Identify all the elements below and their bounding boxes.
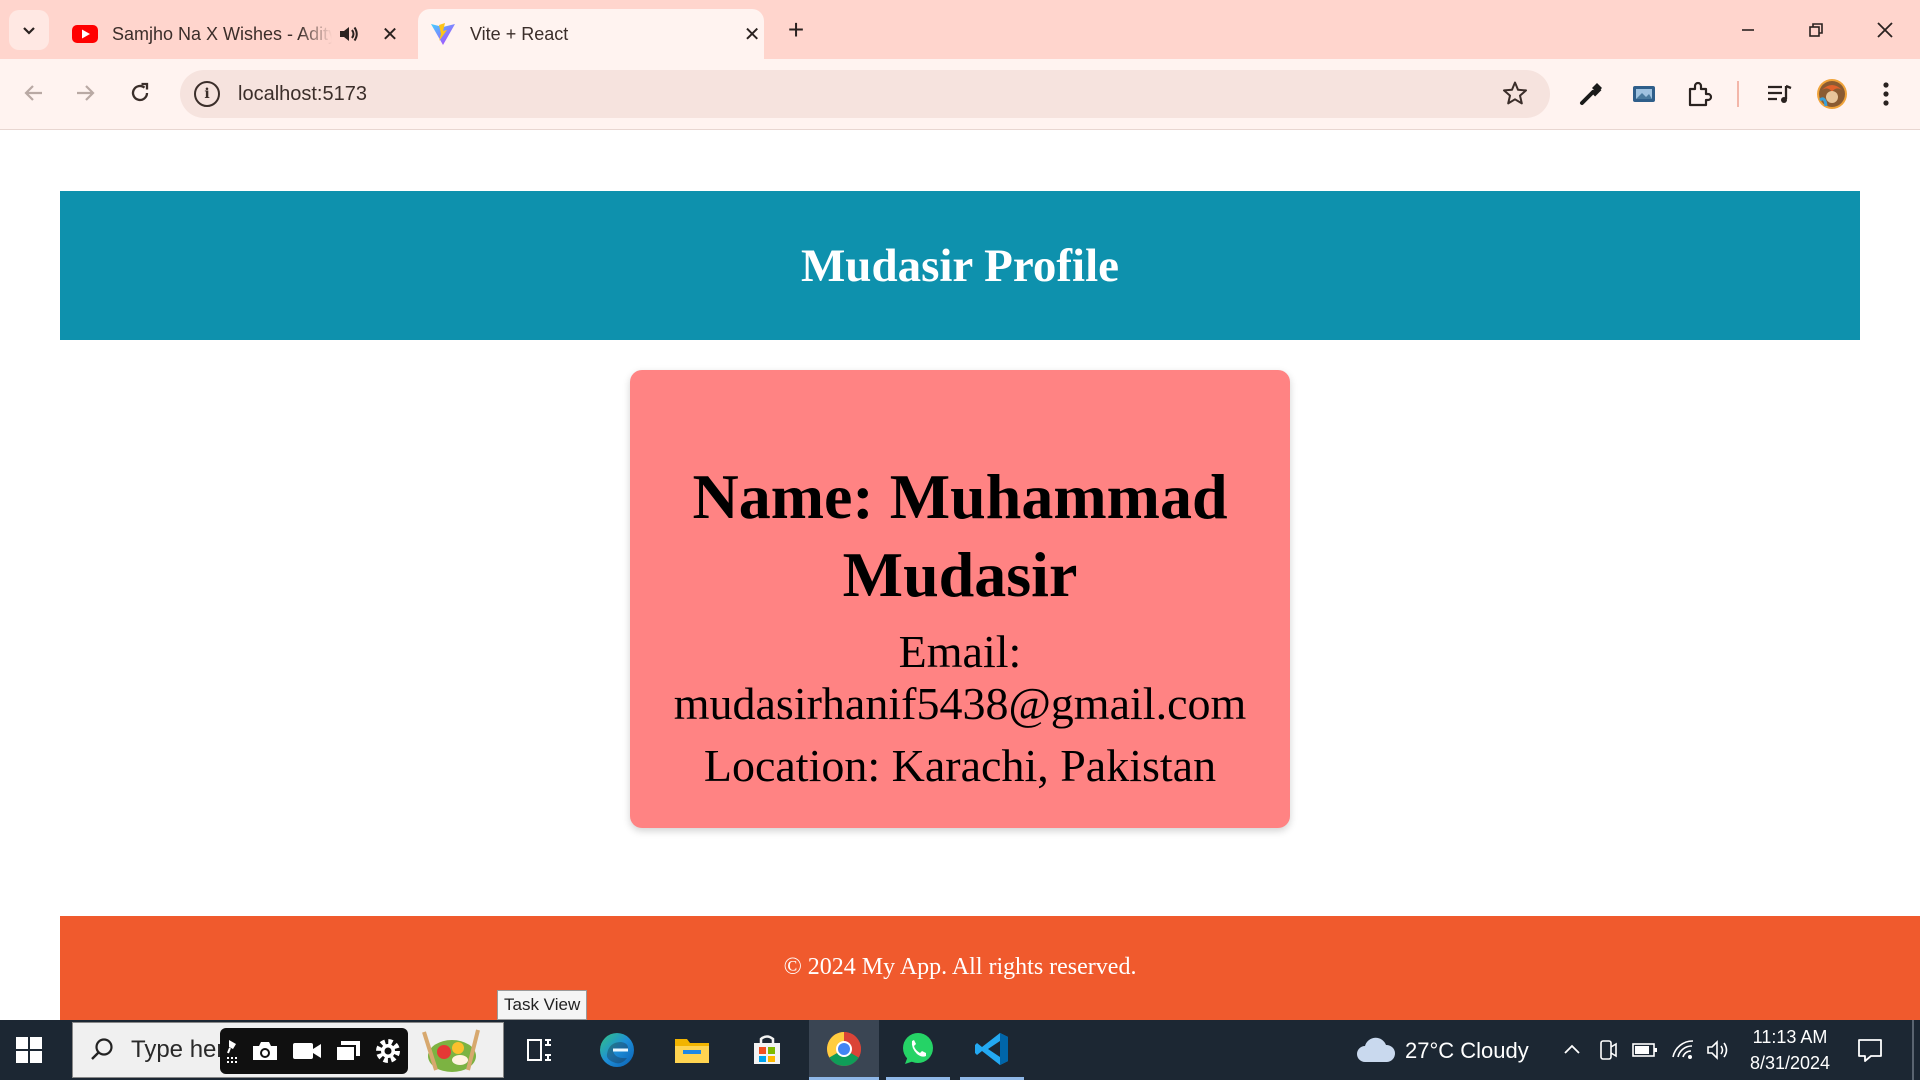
address-bar[interactable]: i localhost:5173 [180, 70, 1550, 118]
youtube-icon [72, 25, 98, 43]
chrome-icon [827, 1031, 861, 1066]
task-view-tooltip: Task View [497, 990, 588, 1020]
pin-icon[interactable] [225, 1038, 239, 1064]
cloud-weather-icon [1357, 1037, 1396, 1062]
footer-copyright: © 2024 My App. All rights reserved. [783, 954, 1137, 980]
clock-date: 8/31/2024 [1749, 1053, 1831, 1073]
page-title: Mudasir Profile [800, 239, 1120, 292]
windows-start-icon[interactable] [14, 1035, 44, 1065]
profile-email: Email: mudasirhanif5438@gmail.com [630, 626, 1290, 730]
browser-toolbar: i localhost:5173 [0, 59, 1920, 130]
camera-icon[interactable] [250, 1039, 280, 1063]
meet-now-icon[interactable] [1598, 1039, 1618, 1061]
app-header: Mudasir Profile [60, 191, 1860, 340]
show-desktop-button[interactable] [1912, 1020, 1914, 1080]
taskbar-chrome[interactable] [809, 1020, 879, 1080]
profile-name: Name: Muhammad Mudasir [692, 461, 1228, 610]
window-capture-icon[interactable] [334, 1039, 362, 1063]
notification-center-icon[interactable] [1856, 1036, 1884, 1064]
profile-card: Name: Muhammad Mudasir Email: mudasirhan… [630, 370, 1290, 828]
folder-icon [675, 1039, 709, 1063]
vscode-icon [975, 1032, 1008, 1065]
address-url[interactable]: localhost:5173 [238, 83, 367, 106]
edge-icon [600, 1033, 634, 1067]
tab-vite-react[interactable]: Vite + React ✕ [418, 9, 764, 59]
restore-icon [1809, 23, 1823, 37]
task-view-icon [527, 1039, 551, 1061]
tab-youtube[interactable]: Samjho Na X Wishes - Aditya ✕ [60, 9, 410, 59]
search-icon [91, 1038, 113, 1060]
tab-title: Vite + React [470, 23, 569, 44]
tab-search-button[interactable] [9, 10, 49, 50]
taskbar-whatsapp[interactable] [886, 1020, 950, 1080]
extensions-puzzle-icon[interactable] [1682, 77, 1716, 111]
forward-button[interactable] [66, 73, 106, 113]
tab-strip: Samjho Na X Wishes - Aditya ✕ Vite + Rea… [0, 0, 1920, 59]
reload-icon [131, 82, 149, 102]
vite-icon [431, 23, 455, 45]
search-placeholder: Type her [131, 1036, 225, 1063]
volume-icon[interactable] [1706, 1039, 1730, 1061]
chevron-up-icon[interactable] [1562, 1040, 1582, 1060]
profile-avatar[interactable] [1815, 77, 1849, 111]
eyedropper-extension-icon[interactable] [1574, 77, 1608, 111]
email-value: mudasirhanif5438@gmail.com [673, 678, 1247, 729]
minimize-icon [1742, 29, 1754, 31]
minimize-button[interactable] [1718, 8, 1778, 52]
close-tab-icon[interactable]: ✕ [740, 22, 764, 46]
clock-time: 11:13 AM [1752, 1027, 1828, 1047]
screenshot-extension-icon[interactable] [1627, 77, 1661, 111]
new-tab-button[interactable]: + [780, 14, 812, 46]
battery-icon[interactable] [1632, 1041, 1658, 1059]
toolbar-divider [1737, 81, 1739, 107]
task-view-button[interactable] [508, 1020, 572, 1080]
food-illustration-icon [422, 1029, 480, 1072]
taskbar-edge[interactable] [585, 1020, 649, 1080]
close-window-button[interactable] [1855, 8, 1915, 52]
arrow-right-icon [77, 85, 95, 101]
site-info-icon[interactable]: i [194, 81, 220, 107]
store-icon [754, 1035, 780, 1064]
restore-button[interactable] [1786, 8, 1846, 52]
browser-menu-icon[interactable] [1869, 77, 1903, 111]
capture-toolbar [220, 1028, 408, 1074]
media-controls-icon[interactable] [1762, 77, 1796, 111]
bookmark-star-icon[interactable] [1502, 80, 1528, 106]
taskbar-clock[interactable]: 11:13 AM 8/31/2024 [1740, 1024, 1840, 1076]
weather-text[interactable]: 27°C Cloudy [1405, 1038, 1529, 1064]
back-button[interactable] [13, 73, 53, 113]
app-footer: © 2024 My App. All rights reserved. [60, 916, 1920, 1020]
profile-location: Location: Karachi, Pakistan [703, 740, 1217, 791]
wifi-icon[interactable] [1671, 1038, 1695, 1060]
whatsapp-icon [903, 1032, 933, 1064]
close-icon [1877, 22, 1893, 38]
taskbar-microsoft-store[interactable] [735, 1020, 799, 1080]
taskbar-vscode[interactable] [960, 1020, 1024, 1080]
chevron-down-icon [23, 27, 35, 35]
settings-gear-icon[interactable] [373, 1036, 403, 1066]
taskbar: Type her 27°C Cloudy 11:13 AM 8/31/2024 [0, 1020, 1920, 1080]
arrow-left-icon [24, 85, 42, 101]
tab-title: Samjho Na X Wishes - Aditya [112, 23, 332, 44]
speaker-icon[interactable] [338, 24, 360, 44]
taskbar-file-explorer[interactable] [660, 1020, 724, 1080]
reload-button[interactable] [120, 73, 160, 113]
video-icon[interactable] [291, 1040, 323, 1062]
close-tab-icon[interactable]: ✕ [378, 22, 402, 46]
email-label: Email: [898, 626, 1022, 677]
